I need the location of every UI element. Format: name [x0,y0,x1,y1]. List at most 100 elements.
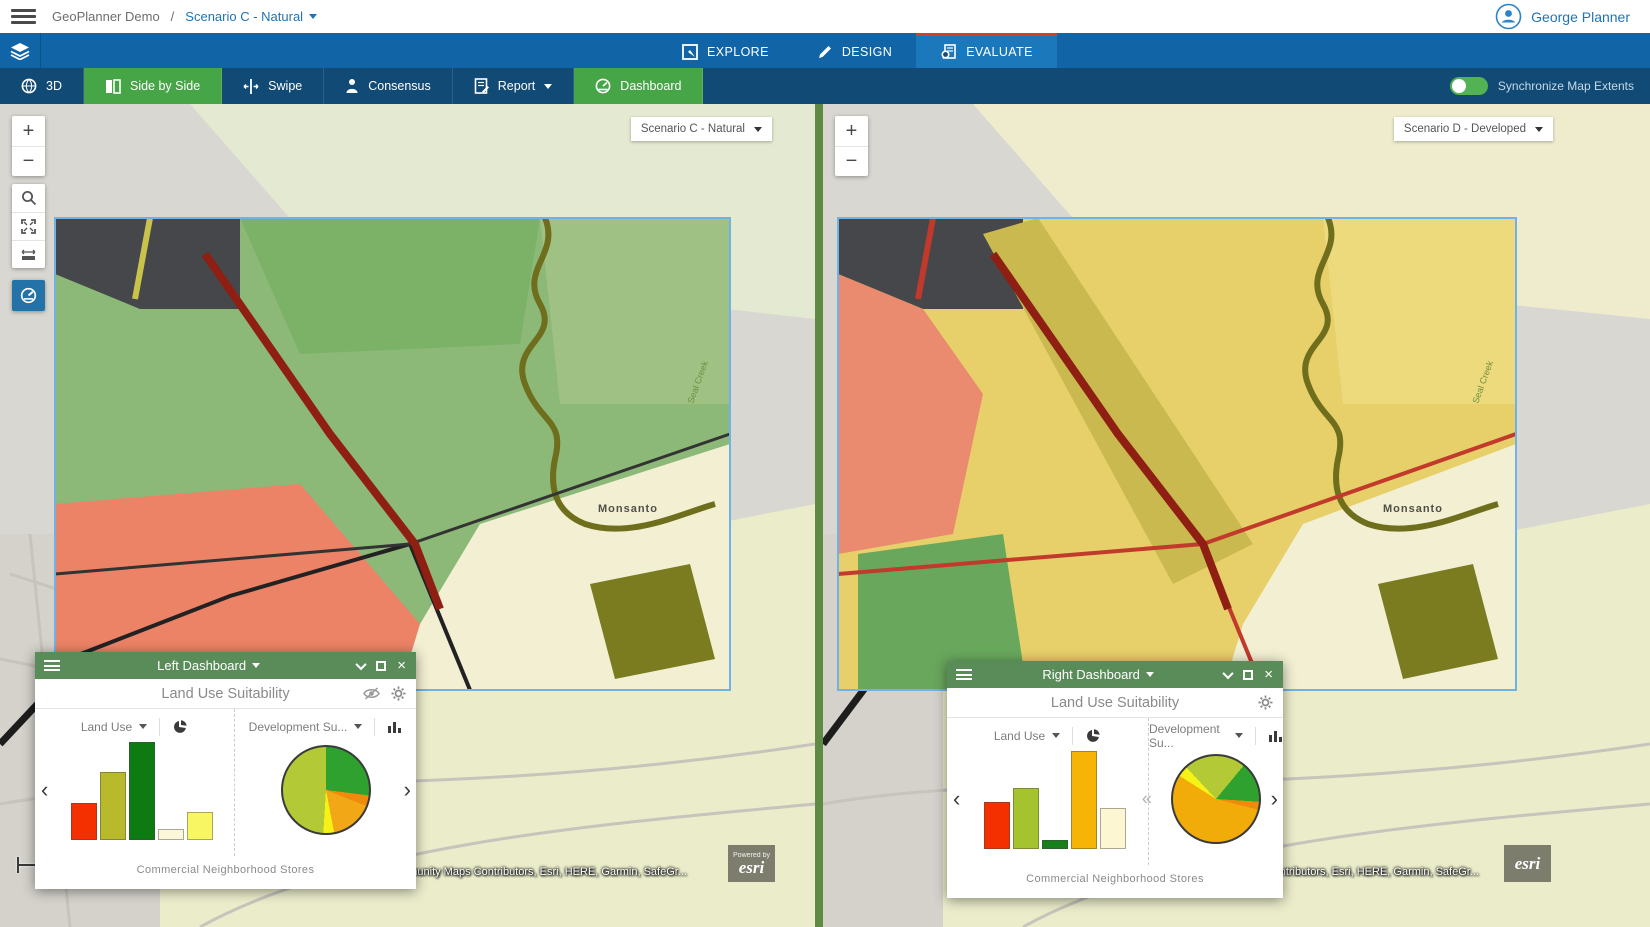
left-dashboard-header[interactable]: Left Dashboard × [35,652,416,679]
tab-evaluate[interactable]: EVALUATE [916,33,1057,68]
right-development-selector[interactable]: Development Su... [1149,722,1228,750]
esri-logo: Powered by esri [728,845,775,882]
left-dashboard-window: Left Dashboard × Land Use Suitability [35,652,416,889]
right-map-panel: Monsanto Seal Creek + − Scenario D - Dev… [823,104,1650,927]
tab-design[interactable]: DESIGN [793,33,916,68]
bar-segment [984,802,1010,849]
scenario-breadcrumb-dropdown[interactable]: Scenario C - Natural [185,9,317,24]
left-dashboard-subtitle: Land Use Suitability [35,686,416,702]
dashboard-label: Dashboard [620,79,681,93]
user-menu[interactable]: George Planner [1495,3,1630,30]
collapse-icon[interactable] [1223,667,1234,678]
chevron-down-icon[interactable] [139,724,147,729]
pie-chart-icon[interactable] [1085,728,1101,744]
bar-segment [187,812,213,840]
side-by-side-label: Side by Side [130,79,200,93]
dashboard-button[interactable]: Dashboard [574,68,703,104]
swipe-label: Swipe [268,79,302,93]
close-icon[interactable]: × [397,658,406,673]
bar-segment [1013,788,1039,849]
sync-extents-toggle[interactable] [1450,77,1488,95]
gear-icon[interactable] [1258,695,1273,710]
layers-button[interactable] [0,33,41,68]
3d-button[interactable]: 3D [0,68,84,104]
carousel-collapse-icon[interactable]: « [1142,788,1152,809]
left-development-selector[interactable]: Development Su... [249,720,348,734]
report-button[interactable]: Report [453,68,575,104]
top-bar: GeoPlanner Demo / Scenario C - Natural G… [0,0,1650,33]
bar-segment [1100,808,1126,849]
right-scenario-selector[interactable]: Scenario D - Developed [1394,117,1553,141]
left-map-tools [12,184,45,268]
dashboard-toggle-button[interactable] [12,280,45,311]
right-dashboard-caption: Commercial Neighborhood Stores [947,865,1283,898]
left-dashboard-subtitle-row: Land Use Suitability [35,679,416,709]
zoom-out-button[interactable]: − [12,146,45,176]
right-dashboard-title-dropdown[interactable]: Right Dashboard [972,667,1224,682]
bar-chart-icon[interactable] [1268,729,1283,743]
window-controls: × [357,658,406,673]
left-development-pie-chart [281,745,371,835]
maximize-icon[interactable] [376,661,386,671]
pencil-icon [817,44,833,60]
left-dashboard-title: Left Dashboard [157,658,246,673]
right-dashboard-header[interactable]: Right Dashboard × [947,661,1283,688]
sync-extents-label: Synchronize Map Extents [1498,79,1634,93]
right-development-panel: Development Su... [1148,718,1283,865]
bar-segment [129,742,155,840]
window-controls: × [1224,667,1273,682]
report-label: Report [498,79,536,93]
left-scenario-selector[interactable]: Scenario C - Natural [631,117,772,141]
right-land-use-selector[interactable]: Land Use [994,729,1045,743]
left-scenario-label: Scenario C - Natural [641,123,745,135]
map-workspace: Monsanto Seal Creek + − Scenario C - Nat… [0,104,1650,927]
breadcrumb: GeoPlanner Demo / Scenario C - Natural [52,9,317,24]
powered-by-label: Powered by [733,852,770,859]
left-dashboard-title-dropdown[interactable]: Left Dashboard [60,658,357,673]
search-button[interactable] [12,184,45,212]
right-dashboard-title: Right Dashboard [1042,667,1140,682]
zoom-in-button[interactable]: + [12,116,45,146]
chevron-down-icon[interactable] [1235,733,1243,738]
right-dashboard-charts: Land Use Development Su... [947,718,1283,865]
maximize-icon[interactable] [1243,670,1253,680]
zoom-in-button[interactable]: + [835,116,868,146]
carousel-prev-icon[interactable]: ‹ [41,779,48,801]
bar-segment [71,803,97,840]
esri-wordmark: esri [739,859,765,876]
zoom-out-button[interactable]: − [835,146,868,176]
collapse-icon[interactable] [356,658,367,669]
map-divider[interactable] [815,104,823,927]
tab-explore[interactable]: EXPLORE [658,33,793,68]
dashboard-menu-icon[interactable] [956,669,972,680]
close-icon[interactable]: × [1264,667,1273,682]
evaluate-toolbar: 3D Side by Side Swipe Consensus Report D… [0,68,1650,104]
swipe-button[interactable]: Swipe [222,68,324,104]
app-menu-icon[interactable] [11,9,36,24]
left-land-use-selector[interactable]: Land Use [81,720,132,734]
full-extent-button[interactable] [12,212,45,240]
consensus-button[interactable]: Consensus [324,68,453,104]
report-icon [474,78,489,94]
side-by-side-button[interactable]: Side by Side [84,68,222,104]
left-dashboard-caption: Commercial Neighborhood Stores [35,856,416,889]
measure-button[interactable] [12,240,45,268]
left-land-use-panel: Land Use [35,709,234,856]
left-dashboard-charts: Land Use Development Su... [35,709,416,856]
gear-icon[interactable] [391,686,406,701]
right-dashboard-subtitle: Land Use Suitability [947,695,1283,711]
chevron-down-icon[interactable] [1052,733,1060,738]
carousel-next-icon[interactable]: › [1271,788,1278,810]
left-development-panel: Development Su... [234,709,416,856]
visibility-off-icon[interactable] [363,687,380,700]
right-land-use-bar-chart [947,751,1148,849]
bar-chart-icon[interactable] [387,720,402,734]
dashboard-menu-icon[interactable] [44,660,60,671]
toggle-knob [1452,79,1466,93]
right-dashboard-subtitle-row: Land Use Suitability [947,688,1283,718]
carousel-next-icon[interactable]: › [404,779,411,801]
chevron-down-icon[interactable] [354,724,362,729]
carousel-prev-icon[interactable]: ‹ [953,788,960,810]
left-study-area [55,218,730,690]
pie-chart-icon[interactable] [172,719,188,735]
